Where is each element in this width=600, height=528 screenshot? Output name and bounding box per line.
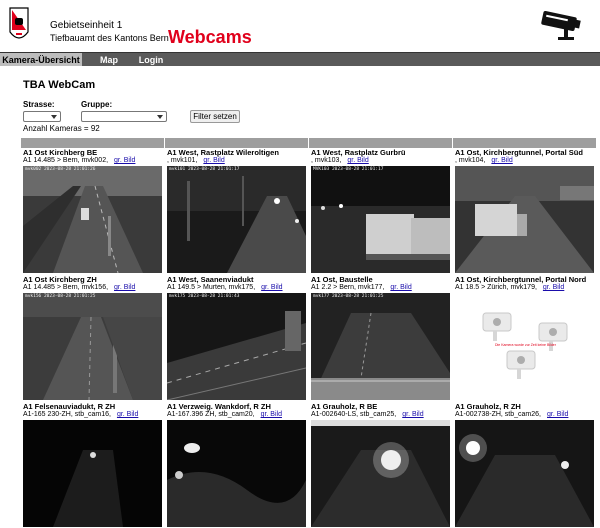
camera-subtitle: A1 14.485 > Bern, mvk156, gr. Bild [23,284,135,292]
org-line-1: Gebietseinheit 1 [50,20,123,31]
camera-image[interactable]: mvk177 2023-08-28 21:01:25 [311,293,450,400]
strasse-label: Strasse: [23,100,55,109]
camera-tile: A1 West, Rastplatz Gurbrü , mvk103, gr. B… [309,148,450,275]
camera-tile: A1 Grauholz, R BE A1-002640-LS, stb_cam2… [309,402,450,528]
camera-title: A1 West, Rastplatz Gurbrü [311,148,406,157]
large-image-link[interactable]: gr. Bild [491,157,512,164]
camera-title: A1 Verzweig. Wankdorf, R ZH [167,402,271,411]
nav-login[interactable]: Login [136,53,166,67]
camera-image[interactable]: mvk101 2023-08-28 21:01:17 [167,166,306,273]
camera-title: A1 Ost, Kirchbergtunnel, Portal Nord [455,275,587,284]
camera-id: A1-002738-ZH, stb_cam26, [455,411,541,418]
strasse-select[interactable] [23,111,61,122]
camera-id: A1 14.485 > Bern, mvk002, [23,157,109,164]
camera-subtitle: A1-167.396 ZH, stb_cam20, gr. Bild [167,411,282,419]
large-image-link[interactable]: gr. Bild [547,411,568,418]
camera-id: , mvk101, [167,157,198,164]
large-image-link[interactable]: gr. Bild [114,157,135,164]
camera-id: A1 18.5 > Zürich, mvk179, [455,284,537,291]
camera-id: A1 149.5 > Murten, mvk175, [167,284,256,291]
organization-name: Gebietseinheit 1 Tiefbauamt des Kantons … [50,20,169,44]
large-image-link[interactable]: gr. Bild [543,284,564,291]
camera-image[interactable] [167,420,306,527]
camera-title: A1 West, Rastplatz Wileroltigen [167,148,279,157]
image-timestamp: mvk156 2023-08-28 21:01:25 [25,294,96,299]
gruppe-select[interactable] [81,111,167,122]
image-timestamp: mvk177 2023-08-28 21:01:25 [313,294,384,299]
camera-count: Anzahl Kameras = 92 [23,124,100,133]
image-timestamp: MVK103 2023-08-28 21:01:17 [313,167,384,172]
nav-kamera-uebersicht[interactable]: Kamera-Übersicht [0,53,82,67]
large-image-link[interactable]: gr. Bild [117,411,138,418]
brand-title: Webcams [168,27,252,47]
camera-subtitle: , mvk104, gr. Bild [455,157,513,165]
camera-image[interactable]: MVK103 2023-08-28 21:01:17 [311,166,450,273]
large-image-link[interactable]: gr. Bild [402,411,423,418]
camera-id: A1 2.2 > Bern, mvk177, [311,284,385,291]
camera-tile: A1 Verzweig. Wankdorf, R ZH A1-167.396 Z… [165,402,306,528]
camera-title: A1 Grauholz, R ZH [455,402,521,411]
camera-offline-placeholder[interactable]: Die Kamera wurde zur Zeit keine Bilder [455,293,594,400]
camera-tile: A1 Felsenauviadukt, R ZH A1-165 230-ZH, … [21,402,162,528]
gruppe-label: Gruppe: [81,100,113,109]
camera-subtitle: , mvk103, gr. Bild [311,157,369,165]
camera-tile: A1 Ost, Kirchbergtunnel, Portal Nord A1 … [453,275,594,402]
image-timestamp: mvk101 2023-08-28 21:01:17 [169,167,240,172]
large-image-link[interactable]: gr. Bild [261,411,282,418]
camera-subtitle: A1 149.5 > Murten, mvk175, gr. Bild [167,284,283,292]
camera-id: , mvk104, [455,157,486,164]
camera-title: A1 Felsenauviadukt, R ZH [23,402,116,411]
org-line-2: Tiefbauamt des Kantons Bern [50,33,169,43]
camera-title: A1 Ost, Baustelle [311,275,373,284]
camera-image[interactable] [455,166,594,273]
bern-coat-of-arms-logo [9,7,29,39]
page-title: TBA WebCam [23,79,96,91]
camera-id: A1 14.485 > Bern, mvk156, [23,284,109,291]
camera-tile: A1 West, Saanenviadukt A1 149.5 > Murten… [165,275,306,402]
offline-notice: Die Kamera wurde zur Zeit keine Bilder [495,343,556,347]
camera-id: A1-002640-LS, stb_cam25, [311,411,397,418]
camera-subtitle: A1-002640-LS, stb_cam25, gr. Bild [311,411,424,419]
camera-tile: A1 Ost, Kirchbergtunnel, Portal Süd , mv… [453,148,594,275]
camera-subtitle: A1 14.485 > Bern, mvk002, gr. Bild [23,157,135,165]
page-header: Gebietseinheit 1 Tiefbauamt des Kantons … [0,0,600,52]
camera-image[interactable]: mvk002 2023-08-28 21:01:26 [23,166,162,273]
camera-id: A1-165 230-ZH, stb_cam16, [23,411,111,418]
camera-tile: A1 Ost Kirchberg ZH A1 14.485 > Bern, mv… [21,275,162,402]
camera-id: , mvk103, [311,157,342,164]
camera-subtitle: , mvk101, gr. Bild [167,157,225,165]
large-image-link[interactable]: gr. Bild [390,284,411,291]
security-camera-icon [541,10,581,40]
image-timestamp: mvk002 2023-08-28 21:01:26 [25,167,96,172]
filter-button[interactable]: Filter setzen [190,110,240,123]
camera-subtitle: A1 18.5 > Zürich, mvk179, gr. Bild [455,284,564,292]
camera-title: A1 Ost Kirchberg BE [23,148,98,157]
camera-title: A1 West, Saanenviadukt [167,275,254,284]
camera-title: A1 Ost Kirchberg ZH [23,275,97,284]
large-image-link[interactable]: gr. Bild [261,284,282,291]
camera-subtitle: A1 2.2 > Bern, mvk177, gr. Bild [311,284,412,292]
main-content: TBA WebCam Strasse: Gruppe: Filter setze… [0,66,600,528]
camera-tile: A1 Grauholz, R ZH A1-002738-ZH, stb_cam2… [453,402,594,528]
camera-subtitle: A1-165 230-ZH, stb_cam16, gr. Bild [23,411,138,419]
camera-tile: A1 West, Rastplatz Wileroltigen , mvk101… [165,148,306,275]
image-timestamp: mvk175 2023-08-28 21:01:43 [169,294,240,299]
grid-header-bar [21,138,596,148]
nav-map[interactable]: Map [96,53,122,67]
camera-image[interactable] [311,420,450,527]
main-navigation: Kamera-Übersicht Map Login [0,52,600,67]
large-image-link[interactable]: gr. Bild [114,284,135,291]
camera-id: A1-167.396 ZH, stb_cam20, [167,411,255,418]
camera-subtitle: A1-002738-ZH, stb_cam26, gr. Bild [455,411,568,419]
camera-title: A1 Grauholz, R BE [311,402,378,411]
camera-tile: A1 Ost Kirchberg BE A1 14.485 > Bern, mv… [21,148,162,275]
camera-image[interactable] [23,420,162,527]
camera-image[interactable] [455,420,594,527]
camera-tile: A1 Ost, Baustelle A1 2.2 > Bern, mvk177,… [309,275,450,402]
camera-image[interactable]: mvk175 2023-08-28 21:01:43 [167,293,306,400]
large-image-link[interactable]: gr. Bild [203,157,224,164]
camera-image[interactable]: mvk156 2023-08-28 21:01:25 [23,293,162,400]
camera-title: A1 Ost, Kirchbergtunnel, Portal Süd [455,148,583,157]
large-image-link[interactable]: gr. Bild [347,157,368,164]
